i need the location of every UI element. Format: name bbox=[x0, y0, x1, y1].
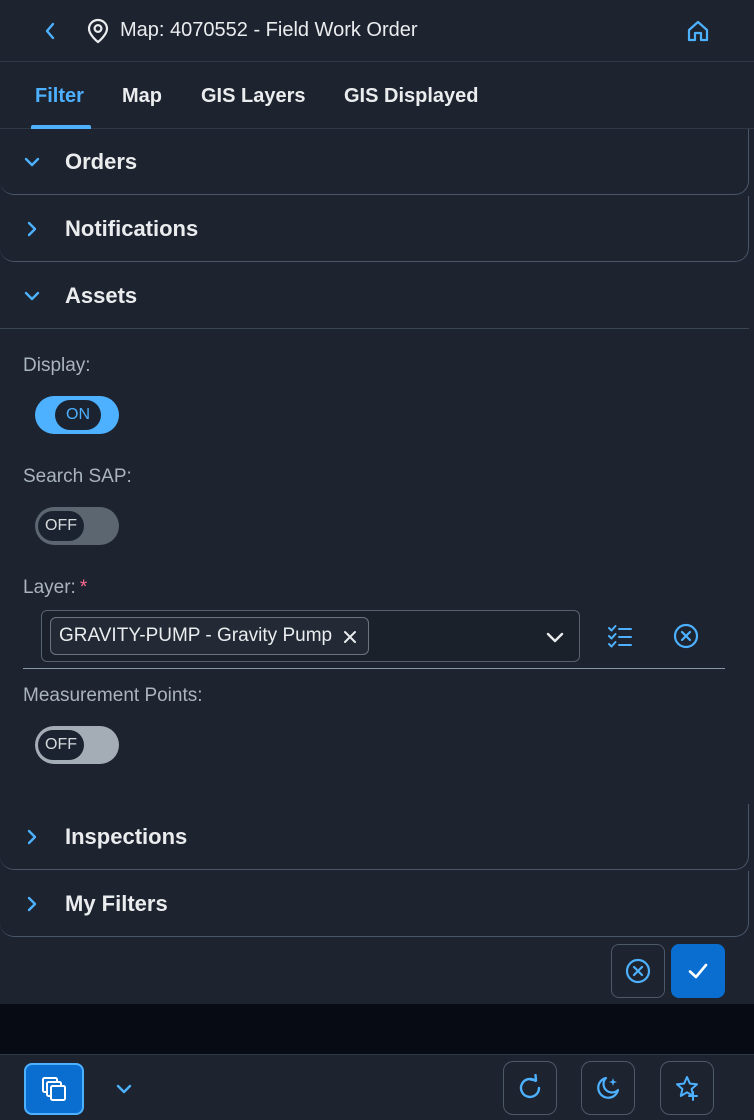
chevron-down-icon bbox=[24, 157, 40, 167]
clear-layer-button[interactable] bbox=[669, 619, 703, 653]
checkmark-icon bbox=[688, 963, 708, 979]
reset-filter-button[interactable] bbox=[611, 944, 665, 998]
display-switch-state: ON bbox=[55, 400, 101, 430]
measurement-points-switch-state: OFF bbox=[38, 730, 84, 760]
app-header: Map: 4070552 - Field Work Order bbox=[0, 0, 754, 62]
section-title-my-filters: My Filters bbox=[65, 891, 168, 916]
section-title-inspections: Inspections bbox=[65, 824, 188, 849]
display-label: Display: bbox=[23, 355, 91, 376]
search-sap-switch-state: OFF bbox=[38, 511, 84, 541]
tab-bar: Filter Map GIS Layers GIS Displayed bbox=[0, 63, 754, 129]
clear-circle-icon bbox=[673, 623, 699, 649]
display-switch[interactable]: ON bbox=[35, 396, 119, 434]
section-inspections[interactable]: Inspections bbox=[0, 804, 749, 870]
chevron-down-icon bbox=[24, 291, 40, 301]
tab-gis-layers[interactable]: GIS Layers bbox=[201, 63, 306, 129]
content-gap bbox=[0, 1004, 754, 1054]
chevron-down-icon[interactable] bbox=[545, 627, 565, 647]
required-marker: * bbox=[79, 577, 88, 598]
layer-multicombo[interactable]: GRAVITY-PUMP - Gravity Pump bbox=[41, 610, 580, 662]
chevron-right-icon bbox=[27, 896, 37, 912]
section-title-orders: Orders bbox=[65, 149, 138, 174]
section-my-filters[interactable]: My Filters bbox=[0, 871, 749, 937]
add-favorite-button[interactable] bbox=[660, 1061, 714, 1115]
layer-token-text: GRAVITY-PUMP - Gravity Pump bbox=[59, 625, 333, 646]
page-title: Map: 4070552 - Field Work Order bbox=[120, 19, 418, 41]
tab-map[interactable]: Map bbox=[122, 63, 162, 129]
more-apps-button[interactable] bbox=[110, 1075, 138, 1103]
bottom-toolbar bbox=[0, 1054, 754, 1120]
layer-label-text: Layer: bbox=[23, 577, 76, 598]
map-pin-icon bbox=[87, 18, 109, 44]
remove-token-icon[interactable] bbox=[342, 629, 358, 645]
section-title-assets: Assets bbox=[65, 283, 138, 308]
clear-circle-icon bbox=[625, 958, 651, 984]
section-notifications[interactable]: Notifications bbox=[0, 196, 749, 262]
chevron-right-icon bbox=[27, 829, 37, 845]
layer-label: Layer: * bbox=[23, 577, 87, 599]
window-stack-button[interactable] bbox=[24, 1063, 84, 1115]
measurement-points-label: Measurement Points: bbox=[23, 685, 203, 706]
chevron-right-icon bbox=[27, 221, 37, 237]
night-mode-icon bbox=[597, 1076, 620, 1099]
layer-token: GRAVITY-PUMP - Gravity Pump bbox=[50, 617, 370, 655]
theme-toggle-button[interactable] bbox=[581, 1061, 635, 1115]
refresh-icon bbox=[519, 1074, 541, 1099]
apply-filter-button[interactable] bbox=[671, 944, 725, 998]
tab-gis-displayed[interactable]: GIS Displayed bbox=[344, 63, 479, 129]
section-orders[interactable]: Orders bbox=[0, 129, 749, 195]
chevron-left-icon bbox=[45, 22, 55, 40]
home-button[interactable] bbox=[683, 16, 713, 46]
favorite-add-icon bbox=[676, 1076, 698, 1101]
chevron-down-icon bbox=[116, 1084, 132, 1094]
section-title-notifications: Notifications bbox=[65, 216, 199, 241]
layer-field-underline bbox=[23, 668, 725, 669]
search-sap-switch[interactable]: OFF bbox=[35, 507, 119, 545]
refresh-button[interactable] bbox=[503, 1061, 557, 1115]
tab-filter[interactable]: Filter bbox=[35, 63, 84, 129]
measurement-points-switch[interactable]: OFF bbox=[35, 726, 119, 764]
window-stack-icon bbox=[42, 1077, 66, 1101]
search-sap-label: Search SAP: bbox=[23, 466, 132, 487]
home-icon bbox=[687, 20, 709, 42]
checklist-icon bbox=[608, 625, 632, 648]
select-all-button[interactable] bbox=[603, 619, 637, 653]
back-button[interactable] bbox=[36, 17, 64, 45]
section-assets[interactable]: Assets bbox=[0, 263, 749, 329]
